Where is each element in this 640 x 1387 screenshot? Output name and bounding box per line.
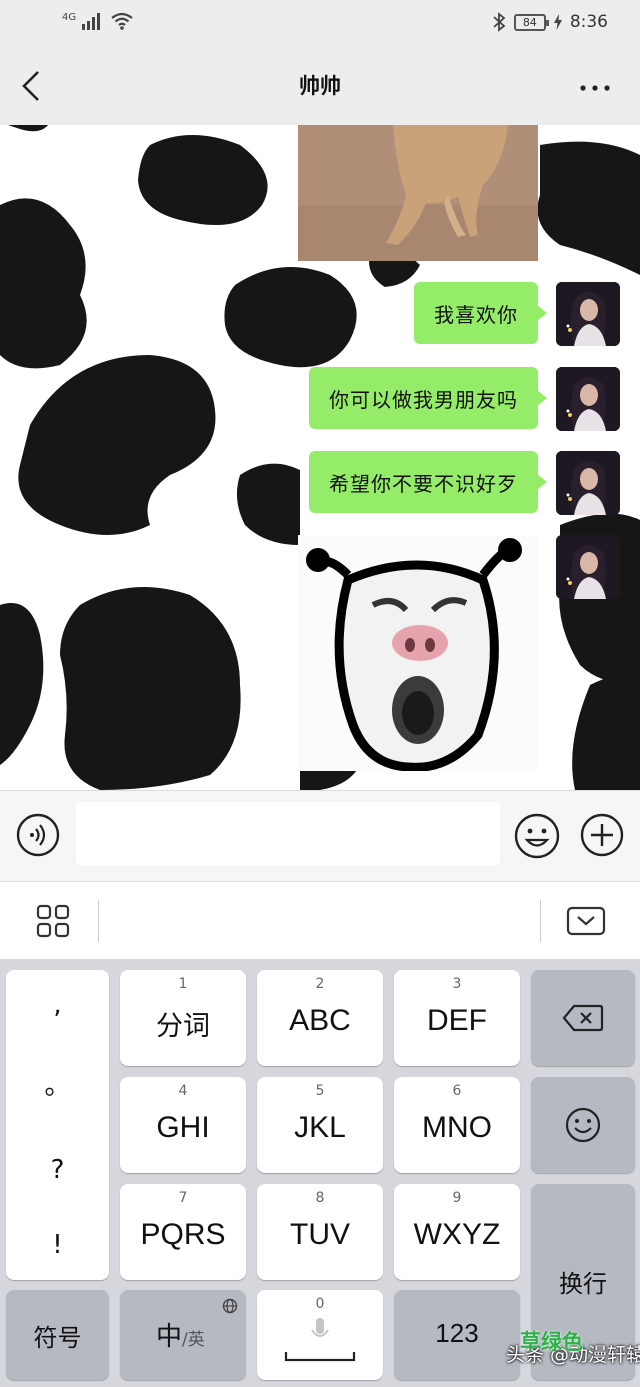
signal-icon — [82, 13, 101, 30]
key-7[interactable]: 7 PQRS — [120, 1184, 246, 1280]
wifi-icon — [111, 12, 133, 30]
space-key[interactable]: 0 — [257, 1290, 383, 1380]
bluetooth-icon — [493, 12, 506, 32]
avatar[interactable] — [556, 535, 620, 599]
avatar[interactable] — [556, 282, 620, 346]
microphone-icon — [311, 1318, 329, 1337]
keyboard-toolbar — [0, 881, 640, 959]
punct-period[interactable]: 。 — [6, 1065, 109, 1102]
status-time: 8:36 — [569, 12, 608, 32]
avatar[interactable] — [556, 367, 620, 431]
hide-keyboard-icon[interactable] — [566, 906, 606, 936]
punctuation-column[interactable]: , 。 ? ! — [6, 970, 109, 1280]
key-4[interactable]: 4 GHI — [120, 1077, 246, 1173]
symbols-key-label: 符号 — [33, 1324, 82, 1352]
numbers-key-label: 123 — [435, 1318, 479, 1348]
key-9[interactable]: 9 WXYZ — [394, 1184, 520, 1280]
numbers-key[interactable]: 123 — [394, 1290, 520, 1380]
toolbar-divider — [98, 900, 99, 942]
emoji-key[interactable] — [531, 1077, 635, 1173]
backspace-key[interactable] — [531, 970, 635, 1066]
t9-keyboard: , 。 ? ! 1 分词 2 ABC 3 DEF 4 GHI 5 JKL 6 M… — [0, 959, 640, 1387]
voice-input-icon[interactable] — [16, 813, 60, 857]
key-2[interactable]: 2 ABC — [257, 970, 383, 1066]
dog-gif-image[interactable] — [298, 125, 538, 261]
language-switch-key[interactable]: 中/英 — [120, 1290, 246, 1380]
punct-question[interactable]: ? — [6, 1155, 109, 1185]
lang-main-label: 中 — [156, 1322, 183, 1352]
message-input-bar — [0, 790, 640, 881]
chat-area[interactable]: 我喜欢你 你可以做我男朋友吗 希望你不要不识好歹 — [0, 125, 640, 790]
meme-sticker-image[interactable] — [298, 535, 538, 771]
punct-comma[interactable]: , — [6, 990, 109, 1020]
plus-icon[interactable] — [580, 813, 624, 857]
avatar[interactable] — [556, 451, 620, 515]
emoji-icon[interactable] — [514, 813, 560, 859]
watermark-top: 草绿色 — [520, 1330, 583, 1354]
chat-message-bubble[interactable]: 我喜欢你 — [414, 282, 547, 344]
key-1[interactable]: 1 分词 — [120, 970, 246, 1066]
enter-key-label: 换行 — [559, 1270, 607, 1298]
key-3[interactable]: 3 DEF — [394, 970, 520, 1066]
watermark: 草绿色 头条 @动漫轩辕 — [506, 1330, 640, 1367]
key-8[interactable]: 8 TUV — [257, 1184, 383, 1280]
app-grid-icon[interactable] — [36, 904, 70, 938]
backspace-icon — [562, 1004, 604, 1032]
smiley-icon — [565, 1107, 601, 1143]
message-input[interactable] — [76, 802, 500, 866]
battery-indicator: 84 — [513, 13, 549, 31]
globe-icon — [222, 1298, 238, 1314]
chat-header: 帅帅 — [0, 48, 640, 125]
chat-message-bubble[interactable]: 你可以做我男朋友吗 — [309, 367, 547, 429]
chat-message-bubble[interactable]: 希望你不要不识好歹 — [309, 451, 547, 513]
network-type: 4G — [62, 11, 77, 23]
toolbar-divider — [540, 900, 541, 942]
symbols-key[interactable]: 符号 — [6, 1290, 109, 1380]
more-options-icon[interactable] — [578, 74, 612, 98]
charging-icon — [553, 14, 562, 30]
chat-title: 帅帅 — [299, 74, 341, 98]
punct-exclaim[interactable]: ! — [6, 1230, 109, 1260]
space-bar-icon — [284, 1352, 356, 1362]
status-bar: 4G 84 8:36 — [0, 0, 640, 48]
key-6[interactable]: 6 MNO — [394, 1077, 520, 1173]
lang-sub-label: /英 — [182, 1330, 205, 1350]
key-5[interactable]: 5 JKL — [257, 1077, 383, 1173]
